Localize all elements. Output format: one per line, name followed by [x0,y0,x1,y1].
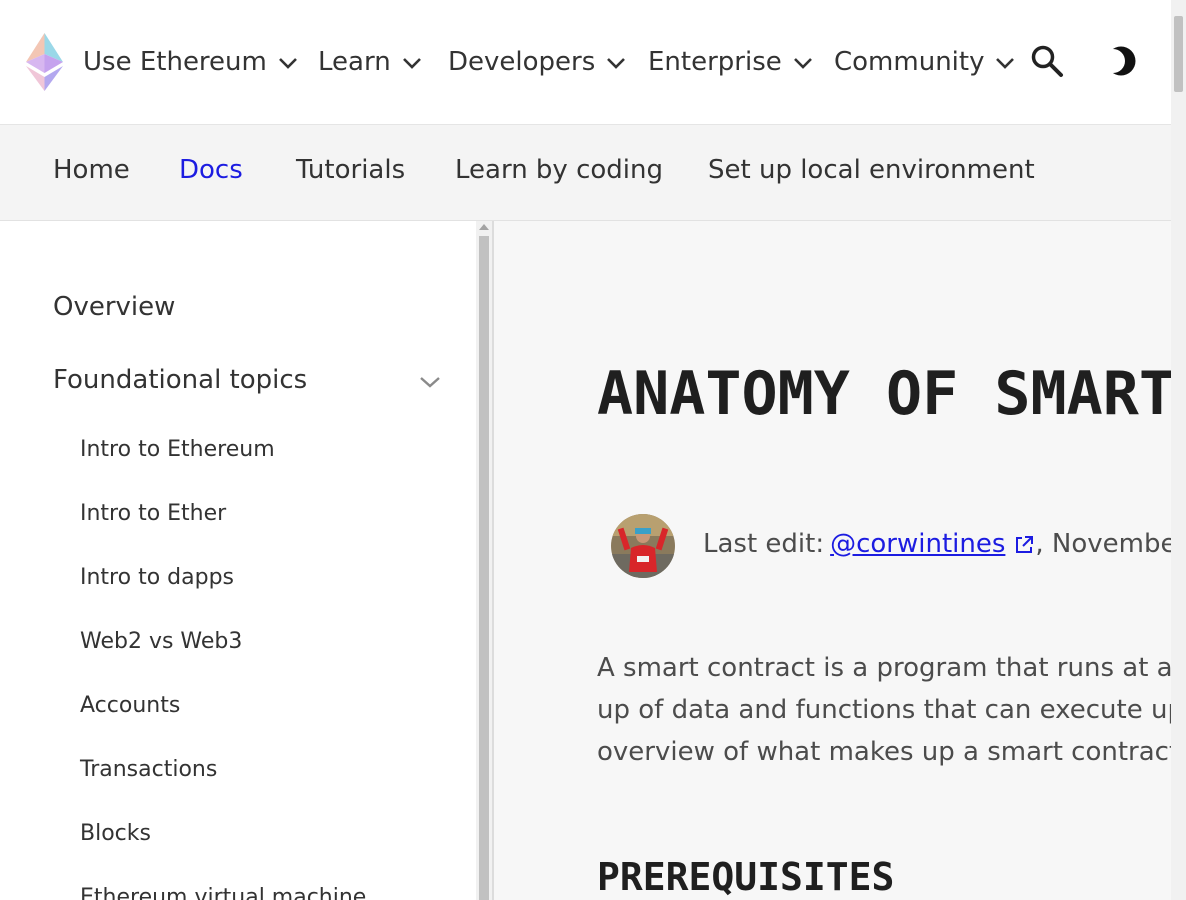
docs-subnav: Home Docs Tutorials Learn by coding Set … [0,125,1171,221]
nav-enterprise[interactable]: Enterprise [648,44,814,80]
intro-line: A smart contract is a program that runs … [597,653,1171,683]
sidebar-scrollbar-thumb[interactable] [479,236,489,900]
sidebar-item-intro-ethereum[interactable]: Intro to Ethereum [80,437,275,462]
page-title: ANATOMY OF SMART CONTRACTS [597,359,1171,429]
nav-developers[interactable]: Developers [448,44,627,80]
edit-date: , November [1035,529,1171,559]
sidebar-item-overview[interactable]: Overview [53,292,175,322]
subnav-docs[interactable]: Docs [179,155,243,185]
sidebar-item-intro-ether[interactable]: Intro to Ether [80,501,226,526]
search-icon[interactable] [1030,44,1064,78]
sidebar-item-blocks[interactable]: Blocks [80,821,151,846]
subnav-home[interactable]: Home [53,155,130,185]
docs-sidebar: Overview Foundational topics Intro to Et… [0,221,476,900]
nav-developers-label: Developers [448,47,596,77]
author-link[interactable]: @corwintines [830,529,1005,559]
main-content: ANATOMY OF SMART CONTRACTS Last edit: @c… [494,221,1171,900]
page-scrollbar[interactable] [1171,0,1186,900]
sidebar-item-web2-vs-web3[interactable]: Web2 vs Web3 [80,629,242,654]
last-edit-label: Last edit: [703,529,825,559]
chevron-down-icon [994,51,1016,73]
sidebar-item-intro-dapps[interactable]: Intro to dapps [80,565,234,590]
intro-paragraph: A smart contract is a program that runs … [597,647,1171,773]
chevron-down-icon[interactable] [418,370,442,394]
chevron-down-icon [401,51,423,73]
intro-line: overview of what makes up a smart contra… [597,737,1171,767]
avatar[interactable] [611,514,675,578]
subnav-local-environment[interactable]: Set up local environment [708,155,1035,185]
nav-learn[interactable]: Learn [318,44,423,80]
nav-use-ethereum-label: Use Ethereum [83,47,267,77]
section-heading-prerequisites: PREREQUISITES [597,855,895,899]
dark-mode-icon[interactable] [1101,44,1137,78]
last-edit-info: Last edit: @corwintines , November [703,529,1171,559]
nav-community-label: Community [834,47,985,77]
scroll-up-arrow-icon[interactable] [479,224,489,230]
sidebar-item-accounts[interactable]: Accounts [80,693,180,718]
nav-community[interactable]: Community [834,44,1016,80]
nav-learn-label: Learn [318,47,391,77]
ethereum-logo-icon[interactable] [26,33,63,91]
nav-use-ethereum[interactable]: Use Ethereum [83,44,299,80]
external-link-icon[interactable] [1013,533,1035,555]
chevron-down-icon [277,51,299,73]
page-scrollbar-thumb[interactable] [1174,16,1183,92]
chevron-down-icon [605,51,627,73]
subnav-tutorials[interactable]: Tutorials [296,155,405,185]
sidebar-item-transactions[interactable]: Transactions [80,757,217,782]
subnav-learn-by-coding[interactable]: Learn by coding [455,155,663,185]
nav-enterprise-label: Enterprise [648,47,782,77]
sidebar-item-evm[interactable]: Ethereum virtual machine [80,885,366,900]
top-navigation: Use Ethereum Learn Developers Enterprise… [0,0,1171,125]
sidebar-section-foundational-topics[interactable]: Foundational topics [53,365,307,395]
chevron-down-icon [792,51,814,73]
intro-line: up of data and functions that can execut… [597,695,1171,725]
